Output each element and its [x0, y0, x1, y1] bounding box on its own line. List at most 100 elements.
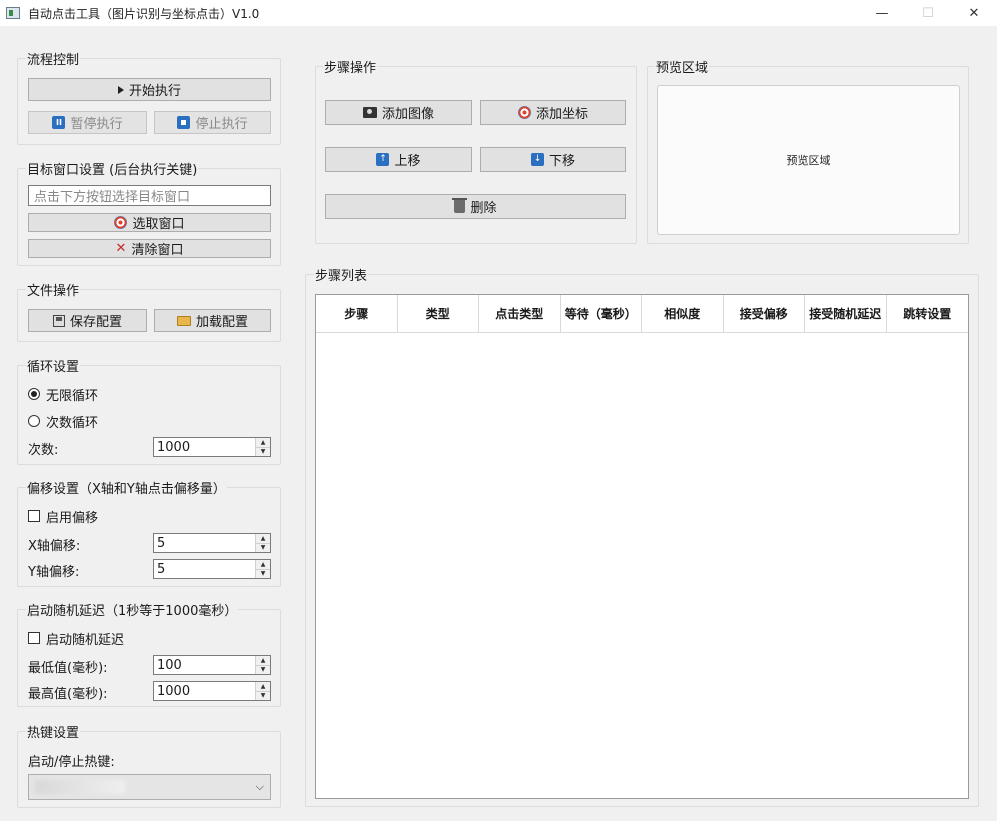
preview-title: 预览区域	[655, 57, 710, 76]
enable-delay-label[interactable]: 启动随机延迟	[46, 629, 124, 648]
stop-label: 停止执行	[195, 117, 248, 132]
min-delay-stepper[interactable]: ▲ ▼	[255, 656, 270, 674]
infinite-loop-label[interactable]: 无限循环	[46, 385, 98, 404]
save-config-button[interactable]: 保存配置	[28, 309, 147, 332]
maximize-button[interactable]: ☐	[905, 0, 951, 26]
select-window-button[interactable]: 选取窗口	[28, 213, 271, 232]
column-header-step[interactable]: 步骤	[316, 295, 398, 332]
load-config-button[interactable]: 加载配置	[154, 309, 271, 332]
move-down-button[interactable]: 下移	[480, 147, 626, 172]
up-arrow-icon[interactable]: ▲	[256, 438, 270, 448]
move-up-button[interactable]: 上移	[325, 147, 472, 172]
max-delay-spinbox[interactable]: 1000 ▲ ▼	[153, 681, 271, 701]
column-header-type[interactable]: 类型	[398, 295, 479, 332]
stop-button[interactable]: 停止执行	[154, 111, 271, 134]
trash-icon	[452, 198, 468, 213]
hotkey-title: 热键设置	[26, 722, 81, 741]
column-header-random-delay[interactable]: 接受随机延迟	[805, 295, 887, 332]
y-offset-value: 5	[157, 561, 166, 577]
select-window-label: 选取窗口	[132, 217, 185, 232]
minimize-button[interactable]: —	[859, 0, 905, 26]
step-list-title: 步骤列表	[314, 265, 369, 284]
infinite-loop-radio[interactable]	[28, 388, 40, 400]
column-header-click-type[interactable]: 点击类型	[479, 295, 561, 332]
app-icon	[6, 7, 20, 19]
pause-icon	[52, 116, 66, 129]
move-up-label: 上移	[394, 154, 421, 169]
count-stepper[interactable]: ▲ ▼	[255, 438, 270, 456]
add-coordinate-label: 添加坐标	[535, 107, 588, 122]
preview-area: 预览区域	[657, 85, 960, 235]
down-arrow-icon[interactable]: ▼	[256, 543, 270, 552]
clear-window-button[interactable]: ✕ 清除窗口	[28, 239, 271, 258]
add-image-button[interactable]: 添加图像	[325, 100, 472, 125]
max-delay-value: 1000	[157, 683, 191, 699]
up-arrow-icon[interactable]: ▲	[256, 682, 270, 692]
move-down-label: 下移	[548, 154, 575, 169]
clear-window-label: 清除窗口	[131, 243, 184, 258]
flow-control-title: 流程控制	[26, 49, 81, 68]
table-header: 步骤 类型 点击类型 等待（毫秒） 相似度 接受偏移 接受随机延迟 跳转设置	[316, 295, 968, 333]
column-header-similarity[interactable]: 相似度	[642, 295, 724, 332]
column-header-jump[interactable]: 跳转设置	[887, 295, 969, 332]
image-icon	[362, 107, 377, 118]
close-button[interactable]: ✕	[951, 0, 997, 26]
count-loop-radio[interactable]	[28, 415, 40, 427]
start-button[interactable]: 开始执行	[28, 78, 271, 101]
down-arrow-icon[interactable]: ▼	[256, 447, 270, 456]
step-ops-title: 步骤操作	[323, 57, 378, 76]
column-header-offset[interactable]: 接受偏移	[724, 295, 805, 332]
max-delay-stepper[interactable]: ▲ ▼	[255, 682, 270, 700]
count-loop-label[interactable]: 次数循环	[46, 412, 98, 431]
folder-icon	[176, 315, 191, 326]
arrow-up-icon	[376, 153, 390, 166]
title-bar: 自动点击工具（图片识别与坐标点击）V1.0 — ☐ ✕	[0, 0, 997, 26]
enable-delay-checkbox[interactable]	[28, 632, 40, 644]
count-value: 1000	[157, 439, 191, 455]
delete-label: 删除	[470, 201, 497, 216]
window-title: 自动点击工具（图片识别与坐标点击）V1.0	[28, 6, 260, 21]
file-ops-title: 文件操作	[26, 280, 81, 299]
hotkey-label: 启动/停止热键:	[28, 755, 115, 770]
down-arrow-icon[interactable]: ▼	[256, 665, 270, 674]
hotkey-combobox[interactable]: ⌵	[28, 774, 271, 800]
add-coordinate-button[interactable]: 添加坐标	[480, 100, 626, 125]
column-header-wait[interactable]: 等待（毫秒）	[561, 295, 642, 332]
preview-text: 预览区域	[786, 154, 831, 167]
hotkey-value-blurred	[35, 780, 125, 794]
x-offset-stepper[interactable]: ▲ ▼	[255, 534, 270, 552]
min-delay-spinbox[interactable]: 100 ▲ ▼	[153, 655, 271, 675]
loop-title: 循环设置	[26, 356, 81, 375]
enable-offset-label[interactable]: 启用偏移	[46, 507, 98, 526]
max-delay-label: 最高值(毫秒):	[28, 687, 108, 702]
delete-button[interactable]: 删除	[325, 194, 626, 219]
chevron-down-icon[interactable]: ⌵	[256, 780, 264, 794]
arrow-down-icon	[530, 153, 544, 166]
count-label: 次数:	[28, 443, 59, 458]
y-offset-label: Y轴偏移:	[28, 565, 80, 580]
target-window-input[interactable]: 点击下方按钮选择目标窗口	[28, 185, 271, 206]
pause-label: 暂停执行	[70, 117, 123, 132]
down-arrow-icon[interactable]: ▼	[256, 691, 270, 700]
pause-button[interactable]: 暂停执行	[28, 111, 147, 134]
y-offset-stepper[interactable]: ▲ ▼	[255, 560, 270, 578]
step-table[interactable]: 步骤 类型 点击类型 等待（毫秒） 相似度 接受偏移 接受随机延迟 跳转设置	[315, 294, 969, 799]
start-label: 开始执行	[128, 84, 181, 99]
x-offset-spinbox[interactable]: 5 ▲ ▼	[153, 533, 271, 553]
x-offset-value: 5	[157, 535, 166, 551]
save-config-label: 保存配置	[69, 315, 122, 330]
x-offset-label: X轴偏移:	[28, 539, 81, 554]
offset-title: 偏移设置（X轴和Y轴点击偏移量）	[26, 478, 227, 497]
enable-offset-checkbox[interactable]	[28, 510, 40, 522]
up-arrow-icon[interactable]: ▲	[256, 534, 270, 544]
target-icon	[114, 216, 128, 229]
down-arrow-icon[interactable]: ▼	[256, 569, 270, 578]
add-image-label: 添加图像	[381, 107, 434, 122]
target-icon	[517, 106, 531, 119]
count-spinbox[interactable]: 1000 ▲ ▼	[153, 437, 271, 457]
up-arrow-icon[interactable]: ▲	[256, 656, 270, 666]
y-offset-spinbox[interactable]: 5 ▲ ▼	[153, 559, 271, 579]
up-arrow-icon[interactable]: ▲	[256, 560, 270, 570]
save-icon	[52, 314, 65, 327]
play-icon	[117, 85, 124, 94]
